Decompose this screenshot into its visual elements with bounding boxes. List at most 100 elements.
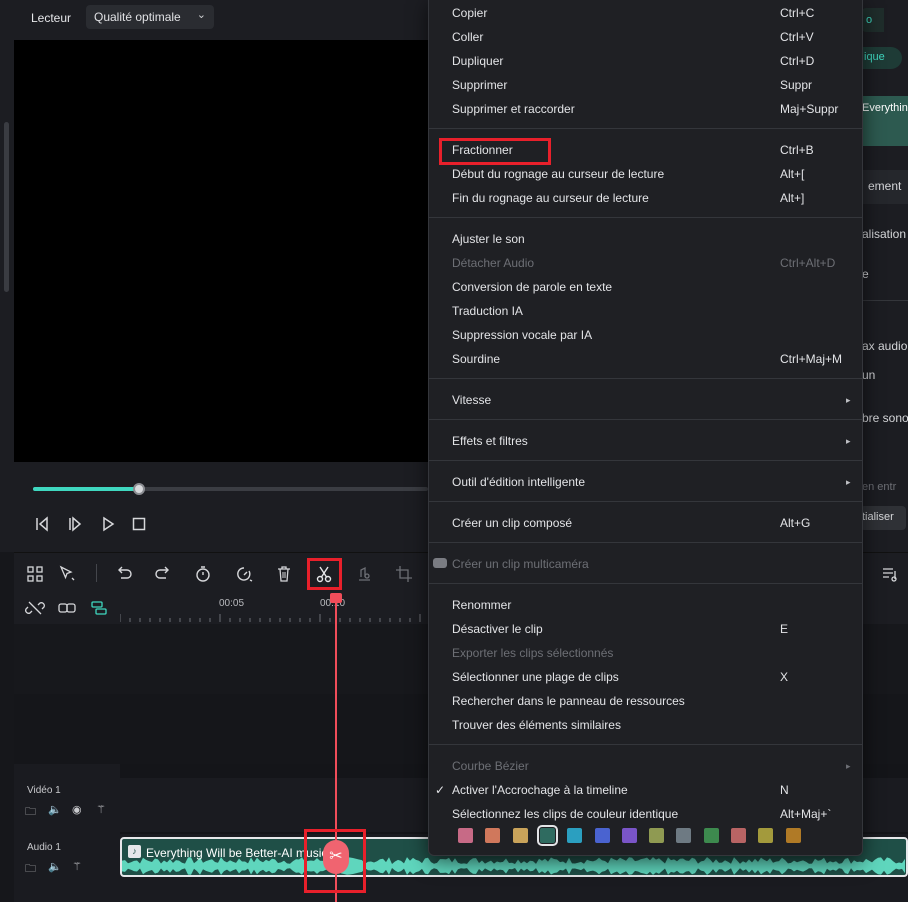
timer-icon[interactable]	[192, 563, 214, 585]
color-swatch[interactable]	[458, 828, 473, 843]
color-swatch[interactable]	[731, 828, 746, 843]
playback-progress-handle[interactable]	[133, 483, 145, 495]
submenu-arrow-icon: ▸	[846, 436, 851, 446]
menu-item-13[interactable]: Sourdine	[452, 352, 500, 366]
menu-item-shortcut: Ctrl+Maj+M	[780, 352, 843, 366]
properties-row-5: bre sono	[862, 411, 908, 425]
audio-thumbnail-title: Everythin	[862, 102, 908, 114]
menu-item-11[interactable]: Traduction IA	[452, 304, 523, 318]
color-swatch[interactable]	[621, 828, 637, 843]
stop-icon[interactable]	[130, 515, 148, 533]
split-menu-highlight	[439, 138, 551, 165]
menu-separator	[429, 542, 862, 543]
ruler-tick-label: 00:05	[219, 598, 245, 609]
menu-item-shortcut: Ctrl+D	[780, 54, 815, 68]
play-icon[interactable]	[99, 515, 117, 533]
properties-divider	[862, 300, 908, 301]
menu-item-20[interactable]: Désactiver le clip	[452, 622, 543, 636]
ruler-ticks	[120, 614, 421, 622]
speaker-icon[interactable]: 🔈	[48, 860, 62, 873]
color-swatch[interactable]	[594, 828, 610, 843]
menu-separator	[429, 460, 862, 461]
app-window: Lecteur Qualité optimale ⌄ o ique Everyt…	[0, 0, 908, 902]
menu-item-10[interactable]: Conversion de parole en texte	[452, 280, 612, 294]
player-controls	[14, 462, 428, 552]
menu-item-shortcut: Ctrl+B	[780, 143, 814, 157]
menu-item-27[interactable]: Sélectionnez les clips de couleur identi…	[452, 807, 678, 821]
properties-toggle-button[interactable]: ique	[862, 47, 902, 69]
menu-item-12[interactable]: Suppression vocale par IA	[452, 328, 592, 342]
left-panel-scrollbar[interactable]	[4, 122, 9, 292]
folder-lock-icon[interactable]: 🗀	[25, 860, 36, 879]
speaker-icon[interactable]: 🔈	[48, 803, 62, 816]
link-clips-icon[interactable]	[56, 597, 78, 619]
audio-mixer-icon[interactable]	[879, 563, 901, 585]
magic-wand-icon[interactable]: ⚚	[72, 860, 82, 873]
audio-clip-title: Everything Will be Better-AI music	[146, 846, 328, 860]
menu-item-4[interactable]: Supprimer et raccorder	[452, 102, 575, 116]
menu-item-24[interactable]: Trouver des éléments similaires	[452, 718, 621, 732]
menu-item-3[interactable]: Supprimer	[452, 78, 507, 92]
menu-item-2[interactable]: Dupliquer	[452, 54, 503, 68]
music-note-icon: ♪	[128, 845, 141, 858]
menu-item-17[interactable]: Créer un clip composé	[452, 516, 572, 530]
magic-wand-icon[interactable]: ⚚	[96, 803, 106, 816]
quality-dropdown[interactable]: Qualité optimale ⌄	[86, 5, 214, 29]
quality-dropdown-value: Qualité optimale	[94, 10, 181, 24]
select-tool-icon[interactable]	[56, 563, 78, 585]
speed-icon[interactable]	[233, 563, 255, 585]
menu-item-1[interactable]: Coller	[452, 30, 483, 44]
menu-separator	[429, 128, 862, 129]
color-swatch[interactable]	[567, 828, 583, 843]
menu-separator	[429, 419, 862, 420]
menu-item-14[interactable]: Vitesse	[452, 393, 491, 407]
folder-lock-icon[interactable]: 🗀	[25, 803, 36, 822]
menu-item-7[interactable]: Fin du rognage au curseur de lecture	[452, 191, 649, 205]
menu-item-22[interactable]: Sélectionner une plage de clips	[452, 670, 619, 684]
playback-progress-fill	[33, 487, 139, 491]
menu-item-23[interactable]: Rechercher dans le panneau de ressources	[452, 694, 685, 708]
color-swatch[interactable]	[703, 828, 719, 843]
previous-frame-icon[interactable]	[33, 515, 51, 533]
color-swatch[interactable]	[758, 828, 774, 843]
color-swatch[interactable]	[485, 828, 501, 843]
color-swatch[interactable]	[649, 828, 665, 843]
menu-item-8[interactable]: Ajuster le son	[452, 232, 525, 246]
multicam-icon	[433, 558, 447, 568]
playhead-handle[interactable]	[330, 593, 342, 603]
menu-item-shortcut: Ctrl+V	[780, 30, 814, 44]
color-swatch[interactable]	[512, 828, 528, 843]
menu-item-6[interactable]: Début du rognage au curseur de lecture	[452, 167, 664, 181]
menu-item-25[interactable]: Courbe Bézier	[452, 759, 529, 773]
menu-item-0[interactable]: Copier	[452, 6, 487, 20]
magnetic-track-icon[interactable]	[88, 597, 110, 619]
menu-item-18[interactable]: Créer un clip multicaméra	[452, 557, 589, 571]
menu-item-15[interactable]: Effets et filtres	[452, 434, 528, 448]
audio-stretch-icon[interactable]	[353, 563, 375, 585]
redo-icon[interactable]	[152, 563, 174, 585]
menu-item-21[interactable]: Exporter les clips sélectionnés	[452, 646, 613, 660]
color-swatch[interactable]	[785, 828, 801, 843]
menu-item-9[interactable]: Détacher Audio	[452, 256, 534, 270]
next-frame-icon[interactable]	[66, 515, 84, 533]
undo-icon[interactable]	[113, 563, 135, 585]
reset-button[interactable]: tialiser	[860, 506, 906, 530]
menu-item-shortcut: N	[780, 783, 789, 797]
menu-item-16[interactable]: Outil d'édition intelligente	[452, 475, 585, 489]
menu-item-shortcut: Ctrl+Alt+D	[780, 256, 836, 270]
delete-icon[interactable]	[273, 563, 295, 585]
link-off-icon[interactable]	[24, 597, 46, 619]
player-title: Lecteur	[31, 11, 72, 25]
cut-button-highlight	[307, 558, 342, 590]
menu-item-19[interactable]: Renommer	[452, 598, 511, 612]
crop-icon[interactable]	[393, 563, 415, 585]
properties-tab[interactable]: o	[862, 8, 884, 32]
track-name-audio: Audio 1	[27, 842, 61, 853]
menu-item-26[interactable]: Activer l'Accrochage à la timeline	[452, 783, 628, 797]
color-swatch[interactable]	[536, 825, 558, 846]
track-name-video: Vidéo 1	[27, 785, 61, 796]
submenu-arrow-icon: ▸	[846, 761, 851, 771]
eye-icon[interactable]: ◉	[72, 803, 82, 816]
color-swatch[interactable]	[676, 828, 692, 843]
layout-grid-icon[interactable]	[24, 563, 46, 585]
